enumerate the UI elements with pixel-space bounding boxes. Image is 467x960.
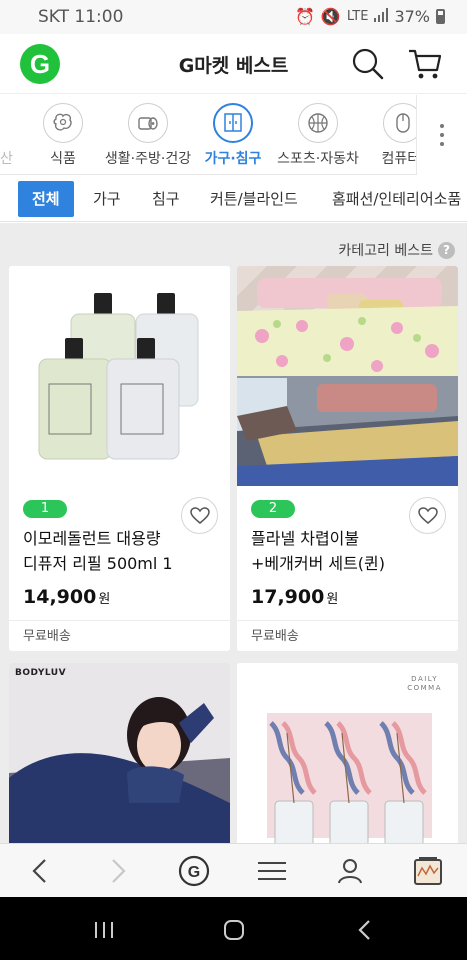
android-back-icon[interactable] xyxy=(352,917,378,943)
clock: 11:00 xyxy=(74,7,124,27)
signal-icon xyxy=(374,7,389,26)
svg-text:G: G xyxy=(188,864,200,881)
browser-nav-bar: G xyxy=(0,843,467,897)
menu-icon[interactable] xyxy=(254,853,290,889)
brand-line: COMMA xyxy=(407,684,442,692)
shipping-info: 무료배송 xyxy=(237,620,458,651)
product-card[interactable]: 1 이모레돌런트 대용량 디퓨저 리필 500ml 1 14,900 원 무료배송 xyxy=(9,266,230,651)
product-card[interactable]: 2 플라넬 차렵이불+베개커버 세트(퀸) 17,900 원 무료배송 xyxy=(237,266,458,651)
user-icon[interactable] xyxy=(332,853,368,889)
tab-curtain[interactable]: 커튼/블라인드 xyxy=(210,181,298,217)
brand-logo: BODYLUV xyxy=(15,668,67,678)
gmarket-home-icon[interactable]: G xyxy=(176,853,212,889)
category-best-text: 카테고리 베스트 xyxy=(338,243,433,259)
network-type: LTE xyxy=(346,9,369,24)
sub-tab-bar: 전체 가구 침구 커튼/블라인드 홈패션/인테리어소품 xyxy=(0,176,467,222)
price-unit: 원 xyxy=(326,592,339,607)
forward-icon[interactable] xyxy=(100,853,136,889)
search-icon[interactable] xyxy=(350,46,386,82)
heart-icon[interactable] xyxy=(409,497,446,534)
furniture-icon xyxy=(213,103,253,143)
battery-icon xyxy=(436,9,445,24)
help-icon[interactable]: ? xyxy=(438,241,455,259)
product-image-sleepwear[interactable] xyxy=(9,663,230,843)
product-image-bedding[interactable] xyxy=(237,266,458,486)
product-card[interactable]: DAILY COMMA xyxy=(237,663,458,843)
tissue-icon xyxy=(128,103,168,143)
back-icon[interactable] xyxy=(22,853,58,889)
mute-icon: 🔇 xyxy=(320,7,341,26)
category-bar: 산 식품 생활·주방·건강 가구·침구 스포츠·자동차 컴퓨터· xyxy=(0,95,467,175)
product-price: 14,900 원 xyxy=(23,586,110,608)
rank-badge: 1 xyxy=(23,500,67,518)
product-name[interactable]: 이모레돌런트 대용량 디퓨저 리필 500ml 1 xyxy=(23,526,183,576)
cart-icon[interactable] xyxy=(407,46,443,82)
recent-view-icon[interactable] xyxy=(410,853,446,889)
product-image-diffuser[interactable] xyxy=(9,266,230,486)
heart-icon[interactable] xyxy=(181,497,218,534)
brand-logo: DAILY COMMA xyxy=(407,675,442,693)
category-best-label[interactable]: 카테고리 베스트 ? xyxy=(338,240,455,260)
price-value: 14,900 xyxy=(23,586,97,608)
carrier-label: SKT xyxy=(38,7,70,27)
food-icon xyxy=(43,103,83,143)
home-icon[interactable] xyxy=(221,917,247,943)
status-carrier-time: SKT 11:00 xyxy=(38,7,123,27)
status-bar: SKT 11:00 ⏰ 🔇 LTE 37% xyxy=(0,0,467,34)
ball-icon xyxy=(298,103,338,143)
price-value: 17,900 xyxy=(251,586,325,608)
battery-percent: 37% xyxy=(394,7,430,26)
product-list: 카테고리 베스트 ? 1 이모레돌런트 대용량 디퓨저 리필 500ml 1 1… xyxy=(0,223,467,843)
rank-badge: 2 xyxy=(251,500,295,518)
status-right: ⏰ 🔇 LTE 37% xyxy=(295,7,445,26)
more-categories-icon[interactable] xyxy=(416,95,467,175)
product-card[interactable]: BODYLUV xyxy=(9,663,230,843)
tab-all[interactable]: 전체 xyxy=(18,181,74,217)
product-price: 17,900 원 xyxy=(251,586,338,608)
app-header: G G마켓 베스트 xyxy=(0,34,467,94)
brand-line: DAILY xyxy=(411,675,439,683)
android-nav-bar xyxy=(0,897,467,960)
recent-apps-icon[interactable] xyxy=(91,917,117,943)
tab-home-fashion[interactable]: 홈패션/인테리어소품 xyxy=(332,181,461,217)
tab-bedding[interactable]: 침구 xyxy=(152,181,180,217)
page-title: G마켓 베스트 xyxy=(178,55,289,77)
shipping-info: 무료배송 xyxy=(9,620,230,651)
price-unit: 원 xyxy=(98,592,111,607)
tab-furniture[interactable]: 가구 xyxy=(93,181,121,217)
product-name[interactable]: 플라넬 차렵이불+베개커버 세트(퀸) xyxy=(251,526,411,576)
alarm-icon: ⏰ xyxy=(294,7,315,26)
